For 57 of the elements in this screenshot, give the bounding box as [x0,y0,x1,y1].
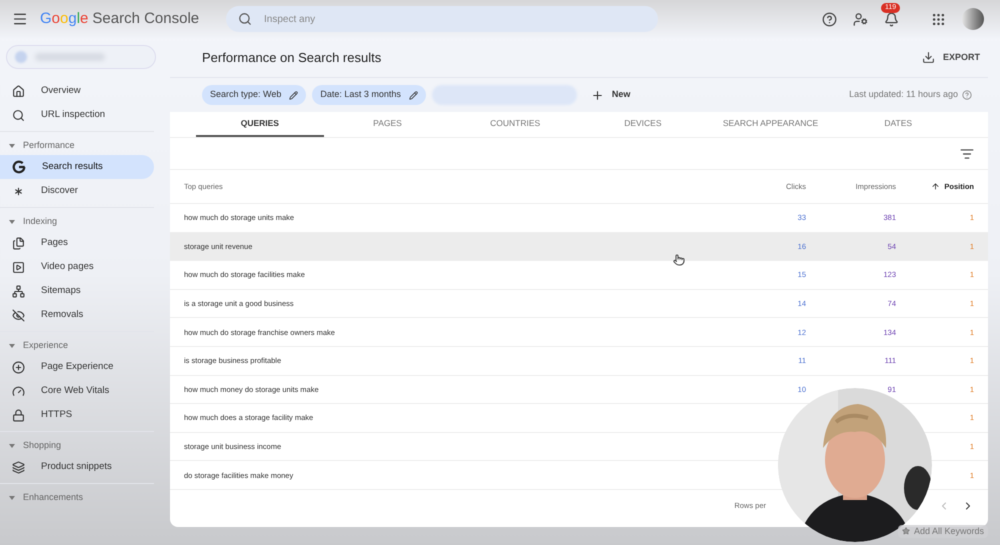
nav-item[interactable]: URL inspection [0,103,154,127]
nav-item[interactable]: Search results [0,155,154,179]
tab[interactable]: QUERIES [196,112,324,137]
lock-icon [12,408,25,422]
filter-chip[interactable]: Search type: Web [202,85,306,105]
video-icon [12,260,25,274]
nav-item[interactable]: Product snippets [0,455,154,479]
tab[interactable]: COUNTRIES [451,112,580,137]
export-button[interactable]: EXPORT [922,50,980,64]
menu-icon[interactable] [12,11,28,27]
tab[interactable]: DATES [834,112,962,137]
nav-item[interactable]: Core Web Vitals [0,379,154,403]
eye-off-icon [12,308,25,322]
star-icon [902,527,910,536]
search-icon [238,12,252,26]
filter-icon[interactable] [960,146,974,160]
download-icon [922,51,935,64]
section-header[interactable]: Experience [0,336,154,355]
sitemap-icon [12,284,25,298]
google-logo: Google [40,8,88,29]
g-logo-icon [12,160,26,174]
section-header[interactable]: Performance [0,136,154,155]
nav-item[interactable]: Sitemaps [0,279,154,303]
section-header[interactable]: Enhancements [0,488,154,507]
layers-icon [12,460,25,474]
sort-ascending-icon [931,182,940,191]
section-header[interactable]: Indexing [0,212,154,231]
product-name: Search Console [92,8,200,29]
plus-icon [590,88,604,102]
plus-circle-icon [12,360,25,374]
edit-icon [408,90,418,100]
hand-cursor-icon [673,254,685,266]
last-updated-text: Last updated: 11 hours ago [849,88,958,102]
section-header[interactable]: Shopping [0,436,154,455]
user-settings-icon[interactable] [853,12,868,26]
help-icon[interactable] [822,12,837,26]
edit-icon [289,90,298,100]
nav-item[interactable]: Removals [0,303,154,327]
nav-item[interactable]: Discover [0,179,154,203]
pages-icon [12,236,25,250]
apps-icon[interactable] [931,12,946,26]
nav-item[interactable]: Video pages [0,255,154,279]
page-title: Performance on Search results [202,48,382,67]
home-icon [12,84,25,98]
filter-chip[interactable]: Date: Last 3 months [312,85,426,105]
nav-item[interactable]: Pages [0,231,154,255]
avatar[interactable] [962,8,984,30]
tab[interactable]: PAGES [324,112,452,137]
tab[interactable]: SEARCH APPEARANCE [706,112,834,137]
nav-item[interactable]: HTTPS [0,403,154,427]
search-icon [12,108,25,122]
bell-icon[interactable] [884,12,899,26]
gauge-icon [12,384,25,398]
tab[interactable]: DEVICES [579,112,707,137]
new-filter-button[interactable]: New [590,88,630,102]
nav-item[interactable]: Overview [0,79,154,103]
nav-item[interactable]: Page Experience [0,355,154,379]
